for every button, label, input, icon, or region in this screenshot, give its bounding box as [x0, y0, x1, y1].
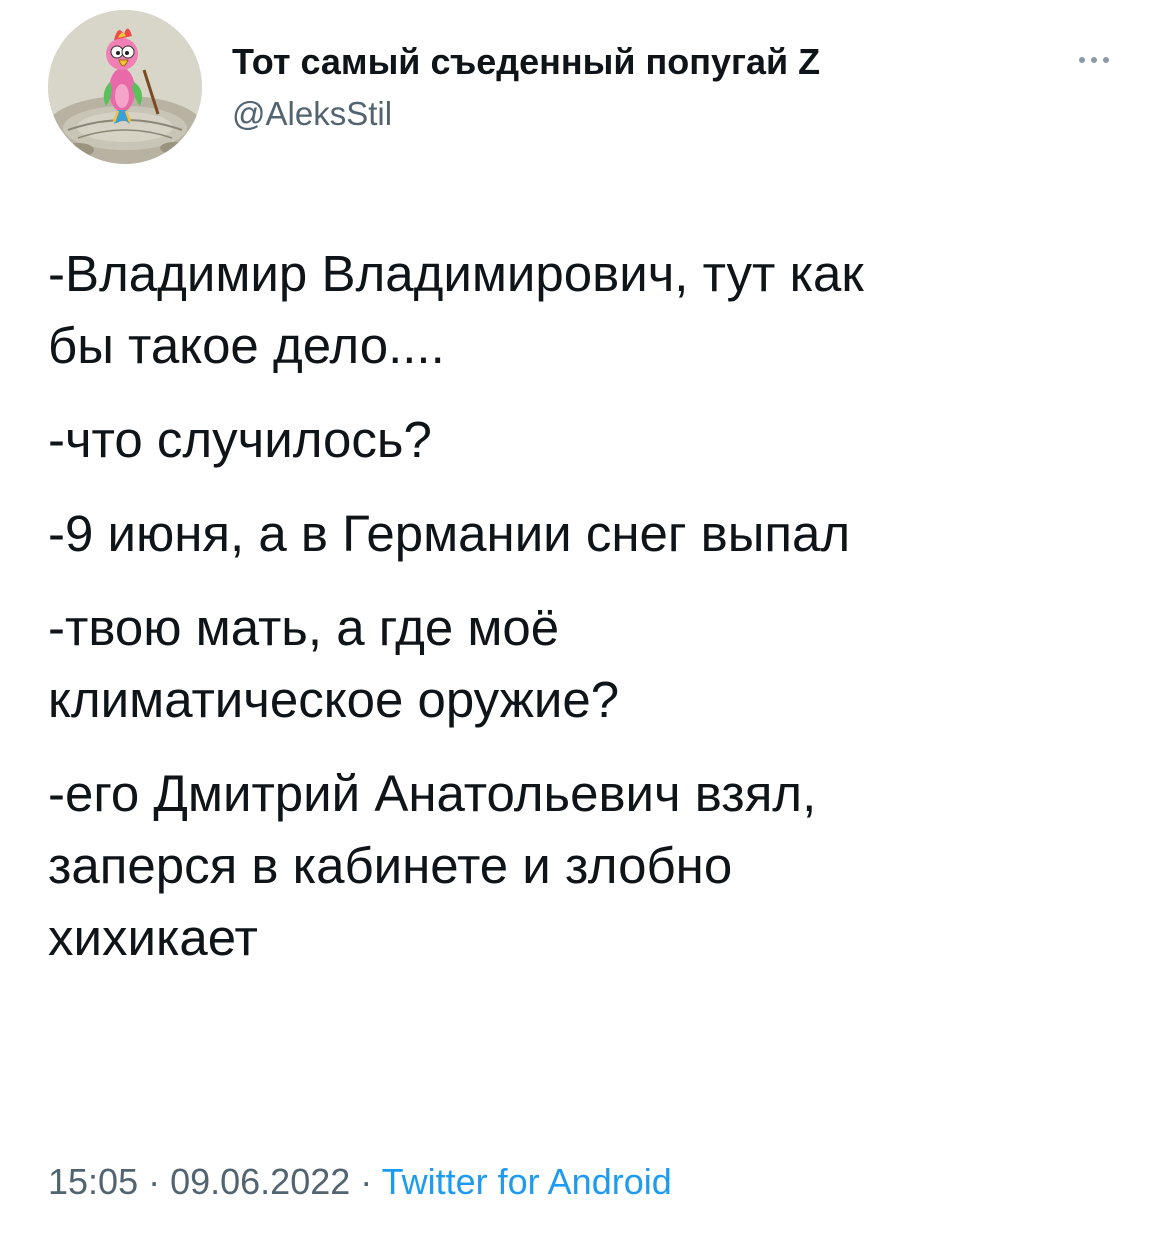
- avatar[interactable]: [48, 10, 202, 164]
- more-options-button[interactable]: [1066, 42, 1122, 78]
- tweet-time[interactable]: 15:05: [48, 1161, 138, 1202]
- tweet-line: заперся в кабинете и злобно: [48, 837, 733, 894]
- tweet-metadata: 15:05 · 09.06.2022 · Twitter for Android: [48, 1158, 672, 1206]
- tweet-line: хихикает: [48, 909, 258, 966]
- parrot-avatar-icon: [48, 10, 202, 164]
- tweet-line: -что случилось?: [48, 411, 432, 468]
- tweet-card: Тот самый съеденный попугай Z @AleksStil…: [0, 0, 1170, 1239]
- tweet-date[interactable]: 09.06.2022: [170, 1161, 350, 1202]
- tweet-text: -Владимир Владимирович, тут как бы такое…: [48, 238, 1138, 974]
- tweet-paragraph: -что случилось?: [48, 404, 1138, 476]
- more-options-icon-dot: [1091, 57, 1097, 63]
- author-display-name[interactable]: Тот самый съеденный попугай Z: [232, 40, 820, 84]
- tweet-line: климатическое оружие?: [48, 671, 620, 728]
- meta-separator: ·: [138, 1161, 171, 1202]
- more-options-icon-dot: [1103, 57, 1109, 63]
- tweet-paragraph: -его Дмитрий Анатольевич взял, заперся в…: [48, 758, 1138, 974]
- meta-separator: ·: [350, 1161, 382, 1202]
- more-options-icon: [1079, 57, 1085, 63]
- tweet-line: -твою мать, а где моё: [48, 599, 560, 656]
- author-handle[interactable]: @AleksStil: [232, 94, 392, 134]
- tweet-paragraph: -Владимир Владимирович, тут как бы такое…: [48, 238, 1138, 382]
- tweet-line: бы такое дело....: [48, 317, 445, 374]
- tweet-line: -Владимир Владимирович, тут как: [48, 245, 864, 302]
- tweet-line: -9 июня, а в Германии снег выпал: [48, 505, 851, 562]
- tweet-paragraph: -твою мать, а где моё климатическое оруж…: [48, 592, 1138, 736]
- tweet-source-link[interactable]: Twitter for Android: [382, 1161, 672, 1202]
- tweet-line: -его Дмитрий Анатольевич взял,: [48, 765, 817, 822]
- tweet-paragraph: -9 июня, а в Германии снег выпал: [48, 498, 1138, 570]
